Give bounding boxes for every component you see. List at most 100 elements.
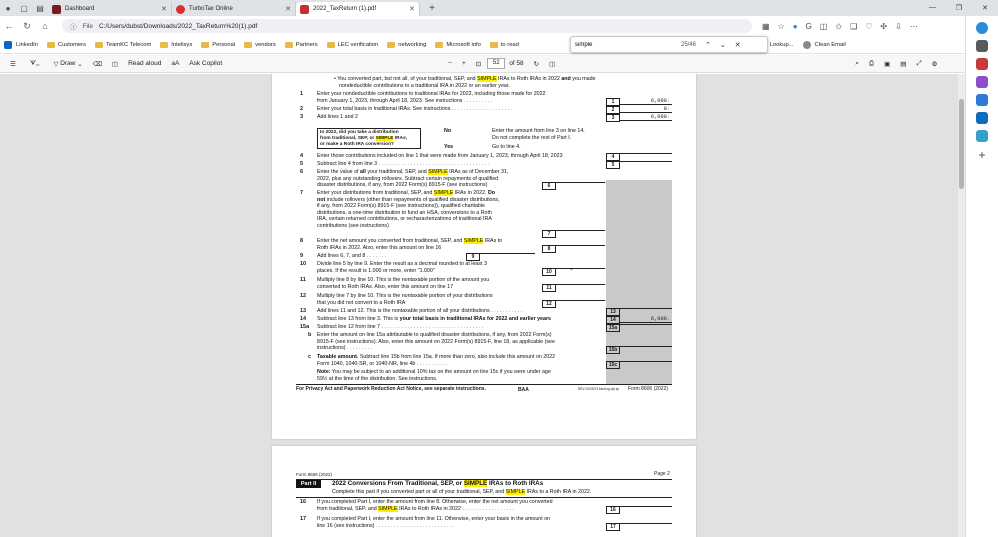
line-17-amount[interactable] (620, 523, 672, 524)
collections-icon[interactable]: ❏ (850, 22, 857, 31)
bookmark-folder-partners[interactable]: Partners (284, 41, 318, 48)
page-view-icon[interactable]: ◫ (549, 60, 555, 68)
bookmark-clean-email[interactable]: Clean Email (802, 40, 846, 49)
workspaces-icon[interactable]: ▢ (16, 0, 32, 16)
viewer-scrollbar[interactable] (958, 74, 965, 537)
close-window-icon[interactable]: ✕ (982, 4, 988, 12)
office-icon[interactable] (976, 94, 988, 106)
line-8-amount[interactable] (556, 245, 605, 246)
bookmarks-bar: LinkedIn Customers TeamKC Telecom Inteli… (0, 36, 998, 54)
line-15b-amount[interactable] (620, 346, 672, 347)
maximize-icon[interactable]: ❐ (956, 4, 962, 12)
line-11-amount[interactable] (556, 284, 605, 285)
home-icon[interactable]: ⌂ (36, 21, 54, 31)
new-tab-icon[interactable]: + (424, 0, 440, 16)
read-mode-icon[interactable]: ▦ (762, 22, 770, 31)
close-tab-icon[interactable]: ✕ (285, 5, 291, 13)
add-sidebar-icon[interactable]: + (976, 148, 988, 162)
back-icon[interactable]: ← (0, 21, 18, 31)
erase-icon[interactable]: ⌫ (93, 60, 102, 68)
split-screen-icon[interactable]: ◫ (820, 22, 828, 31)
bookmark-folder-vendors[interactable]: vendors (244, 41, 276, 48)
pdf-viewer[interactable]: • You converted part, but not all, of yo… (0, 74, 965, 537)
line-4-amount[interactable] (620, 153, 672, 154)
downloads-icon[interactable]: ⇩ (895, 22, 902, 31)
bookmark-folder-lec[interactable]: LEC verification (326, 41, 378, 48)
search-icon[interactable]: ⌕ (855, 60, 859, 68)
bookmark-linkedin[interactable]: LinkedIn (4, 40, 38, 49)
favorites-icon[interactable]: ✩ (835, 22, 842, 31)
close-tab-icon[interactable]: ✕ (161, 5, 167, 13)
line-7-amount[interactable] (556, 230, 605, 231)
text-options-button[interactable]: aA (171, 60, 179, 67)
line-1-amount[interactable]: 6,000. (620, 98, 672, 105)
find-next-icon[interactable]: ⌄ (720, 41, 726, 49)
bookmark-folder-customers[interactable]: Customers (46, 41, 86, 48)
browser-essentials-icon[interactable]: ♡ (865, 22, 872, 31)
tab-actions-icon[interactable]: ▤ (32, 0, 48, 16)
save-as-icon[interactable]: ▤ (900, 60, 906, 68)
line-2-amount[interactable]: 0. (620, 106, 672, 113)
url-field[interactable]: ⓘ File C:/Users/dubst/Downloads/2022_Tax… (62, 19, 752, 33)
save-icon[interactable]: ▣ (884, 60, 890, 68)
more-menu-icon[interactable]: ⋯ (910, 22, 918, 31)
refresh-icon[interactable]: ↻ (18, 21, 36, 32)
favorite-star-icon[interactable]: ☆ (778, 22, 785, 31)
extension-icon[interactable]: ● (793, 22, 798, 31)
add-text-icon[interactable]: ◫ (112, 60, 118, 68)
fullscreen-icon[interactable]: ⤢ (916, 60, 921, 68)
bookmark-folder-toread[interactable]: to read (489, 41, 519, 48)
line-3-amount[interactable]: 6,000. (620, 114, 672, 121)
info-icon[interactable]: ⓘ (70, 21, 77, 31)
bookmark-folder-microsoft[interactable]: Microsoft info (435, 41, 481, 48)
line-15a-amount[interactable] (620, 324, 672, 325)
read-aloud-button[interactable]: Read aloud (128, 60, 161, 67)
line-10-amount[interactable]: × (556, 267, 605, 273)
line-12-amount[interactable] (556, 300, 605, 301)
highlight-icon[interactable]: ᗐ⌄ (30, 60, 40, 68)
bookmark-folder-intelisys[interactable]: Intelisys (160, 41, 192, 48)
find-input[interactable] (575, 41, 665, 48)
extension-g-icon[interactable]: G (806, 22, 812, 31)
shopping-icon[interactable] (976, 58, 988, 70)
line-box: 6 (542, 182, 556, 190)
tab-pdf[interactable]: 2022_TaxReturn (1).pdf ✕ (296, 2, 420, 16)
copilot-icon[interactable] (976, 22, 988, 34)
extensions-puzzle-icon[interactable]: ✣ (880, 22, 887, 31)
line-6-amount[interactable] (556, 182, 605, 183)
draw-button[interactable]: ▽ Draw ⌄ (53, 60, 82, 68)
send-icon[interactable] (976, 130, 988, 142)
line-5-amount[interactable] (620, 161, 672, 162)
minimize-icon[interactable]: — (929, 4, 936, 12)
search-highlight: SIMPLE (428, 169, 448, 175)
line-9-amount[interactable] (480, 253, 535, 254)
zoom-in-icon[interactable]: + (462, 60, 466, 67)
games-icon[interactable] (976, 76, 988, 88)
rotate-icon[interactable]: ↻ (534, 60, 539, 68)
tab-dashboard[interactable]: Dashboard ✕ (48, 2, 172, 16)
line-16-amount[interactable] (620, 506, 672, 507)
zoom-out-icon[interactable]: − (448, 60, 452, 67)
close-tab-icon[interactable]: ✕ (409, 5, 415, 13)
find-previous-icon[interactable]: ⌃ (705, 41, 711, 49)
outlook-icon[interactable] (976, 112, 988, 124)
page-number-input[interactable]: 52 (487, 58, 506, 69)
ask-copilot-button[interactable]: Ask Copilot (189, 60, 222, 67)
contents-icon[interactable]: ☰ (10, 60, 16, 68)
line-15c-amount[interactable] (620, 361, 672, 362)
settings-icon[interactable]: ⚙ (932, 60, 938, 68)
bookmark-label: LinkedIn (16, 41, 38, 48)
bookmark-folder-networking[interactable]: networking (387, 41, 426, 48)
print-icon[interactable]: ⎙ (869, 60, 874, 68)
find-close-icon[interactable]: ✕ (735, 41, 741, 49)
fit-page-icon[interactable]: ⊡ (476, 60, 481, 68)
line-number: c (308, 354, 312, 360)
scroll-thumb[interactable] (959, 99, 964, 189)
bookmark-folder-teamkc[interactable]: TeamKC Telecom (94, 41, 151, 48)
line-13-amount[interactable] (620, 308, 672, 309)
tab-turbotax[interactable]: TurboTax Online ✕ (172, 2, 296, 16)
bookmark-folder-personal[interactable]: Personal (201, 41, 235, 48)
profile-avatar-icon[interactable]: ● (0, 0, 16, 16)
tools-icon[interactable] (976, 40, 988, 52)
line-14-amount[interactable]: 6,000. (620, 316, 672, 323)
